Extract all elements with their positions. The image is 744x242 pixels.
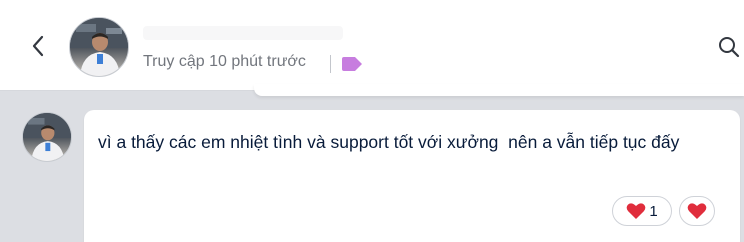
- back-button[interactable]: [26, 32, 50, 60]
- heart-icon: [626, 203, 646, 219]
- sender-avatar[interactable]: [22, 112, 72, 162]
- last-seen-status: Truy cập 10 phút trước: [143, 53, 306, 70]
- person-photo-icon: [23, 113, 71, 161]
- heart-icon: [687, 203, 707, 219]
- message-text: vì a thấy các em nhiệt tình và support t…: [98, 132, 680, 152]
- reaction-heart-count[interactable]: 1: [612, 196, 672, 226]
- header-divider: [330, 55, 331, 73]
- search-button[interactable]: [714, 30, 744, 64]
- search-icon: [719, 37, 740, 58]
- tag-icon[interactable]: [340, 56, 364, 72]
- chevron-left-icon: [32, 35, 44, 57]
- message-bubble[interactable]: vì a thấy các em nhiệt tình và support t…: [84, 110, 740, 242]
- chat-header: Truy cập 10 phút trước: [0, 0, 744, 91]
- reaction-count-label: 1: [649, 202, 658, 220]
- add-reaction-button[interactable]: [679, 196, 715, 226]
- contact-avatar[interactable]: [69, 17, 129, 77]
- header-shadow: [254, 84, 744, 96]
- person-photo-icon: [70, 18, 128, 76]
- contact-name-placeholder: [143, 26, 343, 40]
